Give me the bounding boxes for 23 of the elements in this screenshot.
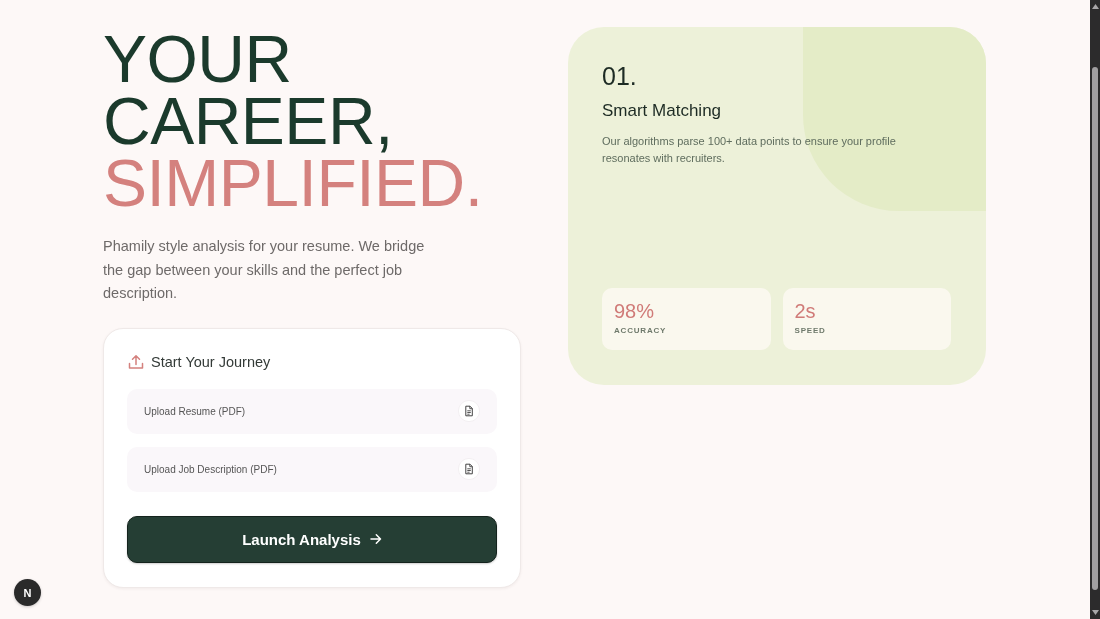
scroll-down-arrow-icon: [1091, 610, 1099, 615]
dev-badge[interactable]: N: [14, 579, 41, 606]
feature-title: Smart Matching: [602, 100, 722, 122]
hero-description: Phamily style analysis for your resume. We bridge the gap between your skills and the perfect job description.: [103, 237, 426, 303]
stat-label: ACCURACY: [614, 326, 667, 336]
document-icon: [458, 400, 480, 422]
card-title: Start Your Journey: [151, 352, 271, 372]
scrollbar-thumb[interactable]: [1092, 67, 1098, 590]
headline-line: SIMPLIFIED.: [103, 152, 483, 214]
arrow-right-icon: [369, 533, 382, 545]
feature-description: Our algorithms parse 100+ data points to ensure your profile resonates with recruiters.: [602, 134, 897, 166]
headline-line: CAREER,: [103, 90, 393, 152]
upload-field[interactable]: Upload Job Description (PDF): [127, 446, 497, 492]
headline-line: YOUR: [103, 28, 292, 90]
document-icon: [458, 458, 480, 480]
feature-number: 01.: [602, 61, 637, 91]
upload-field[interactable]: Upload Resume (PDF): [127, 388, 497, 434]
scroll-up-arrow-icon: [1091, 4, 1099, 9]
stat-value: 98%: [614, 299, 655, 323]
launch-analysis-button[interactable]: Launch Analysis: [127, 515, 497, 563]
upload-icon: [128, 353, 144, 370]
stat-value: 2s: [794, 299, 816, 323]
stat-label: SPEED: [794, 326, 826, 336]
